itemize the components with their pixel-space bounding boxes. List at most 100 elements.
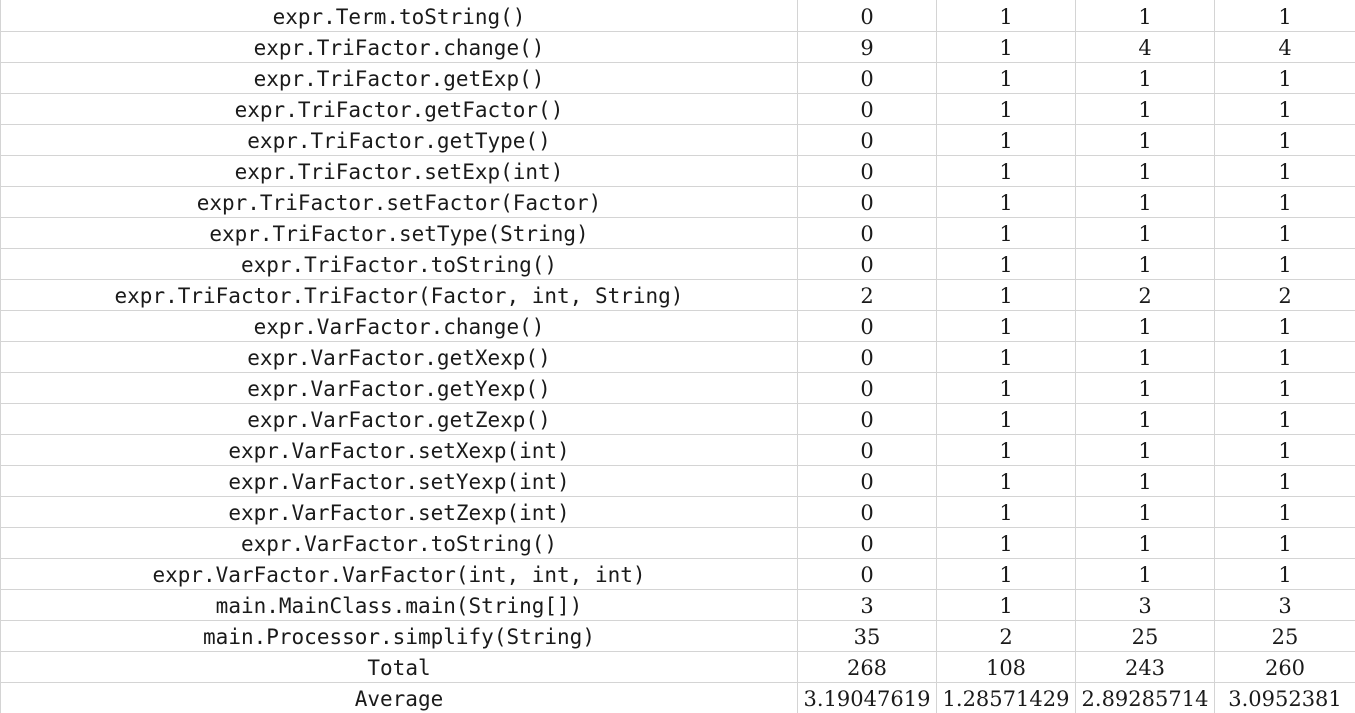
metric-cell-col-3[interactable]: 1 — [1075, 0, 1215, 32]
metric-cell-col-4[interactable]: 260 — [1214, 650, 1355, 683]
metric-cell-col-2[interactable]: 1.28571429 — [936, 681, 1076, 713]
metric-cell-col-1[interactable]: 0 — [797, 154, 937, 187]
metric-cell-col-2[interactable]: 1 — [936, 495, 1076, 528]
metric-cell-col-2[interactable]: 1 — [936, 247, 1076, 280]
metric-cell-col-3[interactable]: 1 — [1075, 371, 1215, 404]
metric-cell-col-2[interactable]: 1 — [936, 61, 1076, 94]
metric-cell-col-3[interactable]: 1 — [1075, 309, 1215, 342]
metric-cell-col-3[interactable]: 2.89285714 — [1075, 681, 1215, 713]
metric-cell-col-2[interactable]: 1 — [936, 371, 1076, 404]
metric-cell-col-1[interactable]: 0 — [797, 247, 937, 280]
method-name-cell[interactable]: expr.VarFactor.setZexp(int) — [0, 495, 798, 528]
metric-cell-col-2[interactable]: 1 — [936, 433, 1076, 466]
metric-cell-col-4[interactable]: 1 — [1214, 309, 1355, 342]
metric-cell-col-3[interactable]: 1 — [1075, 216, 1215, 249]
metric-cell-col-1[interactable]: 0 — [797, 495, 937, 528]
metric-cell-col-2[interactable]: 1 — [936, 526, 1076, 559]
metric-cell-col-1[interactable]: 0 — [797, 433, 937, 466]
metric-cell-col-2[interactable]: 1 — [936, 154, 1076, 187]
metric-cell-col-1[interactable]: 0 — [797, 309, 937, 342]
metric-cell-col-4[interactable]: 1 — [1214, 495, 1355, 528]
metric-cell-col-4[interactable]: 1 — [1214, 464, 1355, 497]
metric-cell-col-1[interactable]: 3.19047619 — [797, 681, 937, 713]
method-name-cell[interactable]: expr.TriFactor.change() — [0, 30, 798, 63]
metric-cell-col-2[interactable]: 1 — [936, 557, 1076, 590]
metric-cell-col-1[interactable]: 0 — [797, 185, 937, 218]
metric-cell-col-1[interactable]: 0 — [797, 0, 937, 32]
metric-cell-col-1[interactable]: 0 — [797, 557, 937, 590]
metric-cell-col-2[interactable]: 1 — [936, 30, 1076, 63]
metric-cell-col-3[interactable]: 1 — [1075, 557, 1215, 590]
method-name-cell[interactable]: expr.TriFactor.setExp(int) — [0, 154, 798, 187]
metric-cell-col-4[interactable]: 1 — [1214, 433, 1355, 466]
method-name-cell[interactable]: expr.TriFactor.TriFactor(Factor, int, St… — [0, 278, 798, 311]
metric-cell-col-1[interactable]: 0 — [797, 216, 937, 249]
method-name-cell[interactable]: Average — [0, 681, 798, 713]
metric-cell-col-4[interactable]: 1 — [1214, 371, 1355, 404]
metric-cell-col-2[interactable]: 1 — [936, 216, 1076, 249]
method-name-cell[interactable]: expr.VarFactor.VarFactor(int, int, int) — [0, 557, 798, 590]
metric-cell-col-3[interactable]: 1 — [1075, 154, 1215, 187]
method-name-cell[interactable]: expr.VarFactor.getYexp() — [0, 371, 798, 404]
metric-cell-col-1[interactable]: 0 — [797, 123, 937, 156]
metric-cell-col-3[interactable]: 1 — [1075, 464, 1215, 497]
method-name-cell[interactable]: expr.VarFactor.setYexp(int) — [0, 464, 798, 497]
metric-cell-col-4[interactable]: 1 — [1214, 557, 1355, 590]
metric-cell-col-1[interactable]: 0 — [797, 61, 937, 94]
metric-cell-col-1[interactable]: 35 — [797, 619, 937, 652]
metric-cell-col-2[interactable]: 1 — [936, 464, 1076, 497]
method-name-cell[interactable]: expr.TriFactor.getExp() — [0, 61, 798, 94]
metric-cell-col-4[interactable]: 1 — [1214, 61, 1355, 94]
metric-cell-col-3[interactable]: 1 — [1075, 247, 1215, 280]
metric-cell-col-4[interactable]: 1 — [1214, 247, 1355, 280]
metric-cell-col-1[interactable]: 0 — [797, 371, 937, 404]
metric-cell-col-2[interactable]: 1 — [936, 588, 1076, 621]
metric-cell-col-1[interactable]: 0 — [797, 526, 937, 559]
method-name-cell[interactable]: main.Processor.simplify(String) — [0, 619, 798, 652]
method-name-cell[interactable]: expr.VarFactor.change() — [0, 309, 798, 342]
metric-cell-col-4[interactable]: 1 — [1214, 0, 1355, 32]
metric-cell-col-3[interactable]: 243 — [1075, 650, 1215, 683]
metric-cell-col-4[interactable]: 1 — [1214, 154, 1355, 187]
metric-cell-col-3[interactable]: 4 — [1075, 30, 1215, 63]
method-name-cell[interactable]: main.MainClass.main(String[]) — [0, 588, 798, 621]
method-name-cell[interactable]: expr.TriFactor.setFactor(Factor) — [0, 185, 798, 218]
metric-cell-col-3[interactable]: 1 — [1075, 123, 1215, 156]
metric-cell-col-4[interactable]: 1 — [1214, 340, 1355, 373]
method-name-cell[interactable]: expr.TriFactor.getType() — [0, 123, 798, 156]
metric-cell-col-4[interactable]: 25 — [1214, 619, 1355, 652]
metric-cell-col-3[interactable]: 3 — [1075, 588, 1215, 621]
metric-cell-col-2[interactable]: 1 — [936, 0, 1076, 32]
method-name-cell[interactable]: expr.TriFactor.getFactor() — [0, 92, 798, 125]
method-name-cell[interactable]: expr.VarFactor.setXexp(int) — [0, 433, 798, 466]
metric-cell-col-3[interactable]: 1 — [1075, 185, 1215, 218]
metric-cell-col-4[interactable]: 1 — [1214, 402, 1355, 435]
metric-cell-col-2[interactable]: 1 — [936, 185, 1076, 218]
method-name-cell[interactable]: expr.VarFactor.getXexp() — [0, 340, 798, 373]
metric-cell-col-4[interactable]: 1 — [1214, 526, 1355, 559]
metric-cell-col-2[interactable]: 1 — [936, 309, 1076, 342]
metric-cell-col-4[interactable]: 3.0952381 — [1214, 681, 1355, 713]
metric-cell-col-2[interactable]: 1 — [936, 340, 1076, 373]
metric-cell-col-2[interactable]: 1 — [936, 278, 1076, 311]
method-name-cell[interactable]: expr.TriFactor.setType(String) — [0, 216, 798, 249]
method-name-cell[interactable]: expr.VarFactor.getZexp() — [0, 402, 798, 435]
metric-cell-col-1[interactable]: 0 — [797, 464, 937, 497]
metric-cell-col-4[interactable]: 1 — [1214, 123, 1355, 156]
metric-cell-col-1[interactable]: 0 — [797, 340, 937, 373]
metric-cell-col-1[interactable]: 0 — [797, 92, 937, 125]
metric-cell-col-1[interactable]: 2 — [797, 278, 937, 311]
metric-cell-col-4[interactable]: 4 — [1214, 30, 1355, 63]
metric-cell-col-1[interactable]: 3 — [797, 588, 937, 621]
method-name-cell[interactable]: expr.TriFactor.toString() — [0, 247, 798, 280]
metric-cell-col-3[interactable]: 25 — [1075, 619, 1215, 652]
metric-cell-col-2[interactable]: 1 — [936, 123, 1076, 156]
method-name-cell[interactable]: expr.Term.toString() — [0, 0, 798, 32]
metric-cell-col-3[interactable]: 2 — [1075, 278, 1215, 311]
metric-cell-col-3[interactable]: 1 — [1075, 92, 1215, 125]
metric-cell-col-1[interactable]: 268 — [797, 650, 937, 683]
metric-cell-col-4[interactable]: 1 — [1214, 216, 1355, 249]
method-name-cell[interactable]: expr.VarFactor.toString() — [0, 526, 798, 559]
metric-cell-col-2[interactable]: 1 — [936, 92, 1076, 125]
metric-cell-col-3[interactable]: 1 — [1075, 433, 1215, 466]
